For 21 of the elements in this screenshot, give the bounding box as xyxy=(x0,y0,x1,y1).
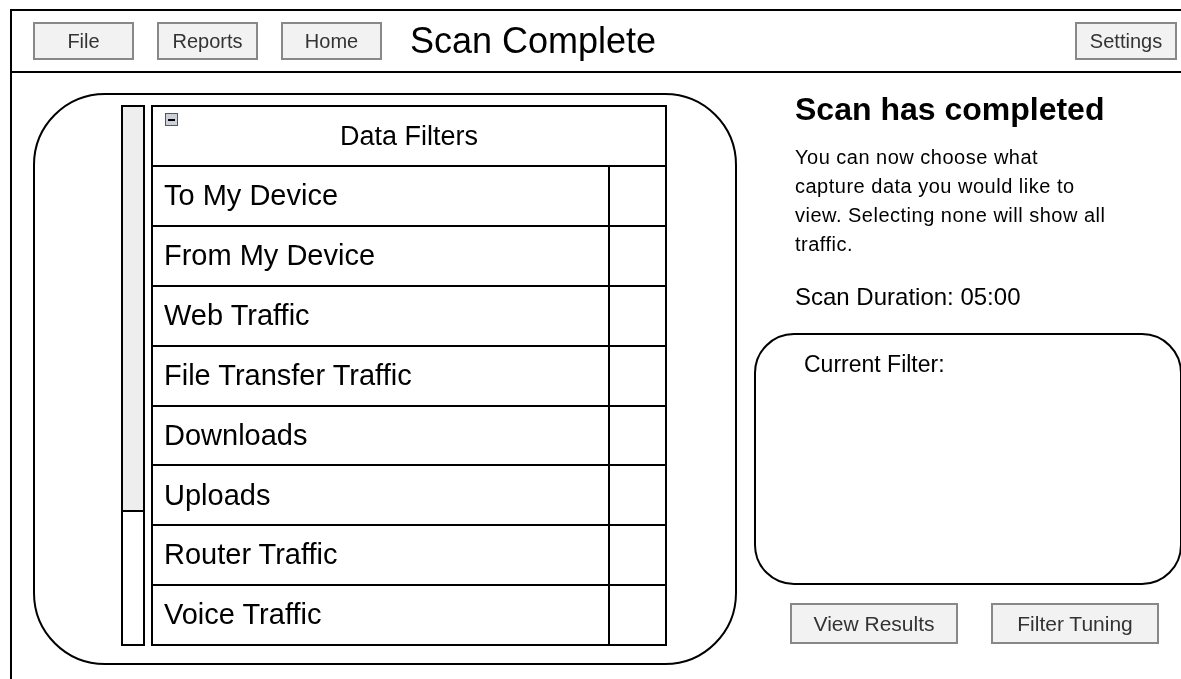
filter-option[interactable]: Voice Traffic xyxy=(153,586,610,644)
filter-option[interactable]: To My Device xyxy=(153,167,610,225)
action-button[interactable]: Filter Tuning xyxy=(991,603,1159,644)
current-filter-label: Current Filter: xyxy=(804,351,945,377)
filter-option[interactable]: Router Traffic xyxy=(153,526,610,585)
table-title: Data Filters xyxy=(339,119,478,153)
filter-option[interactable]: Uploads xyxy=(153,466,610,525)
filter-option[interactable]: Downloads xyxy=(153,406,610,465)
menu-button[interactable]: Home xyxy=(281,22,382,60)
menu-button[interactable]: Reports xyxy=(157,22,258,60)
section-heading: Scan has completed xyxy=(795,90,1106,129)
filter-option[interactable]: From My Device xyxy=(153,226,610,285)
menu-button[interactable]: File xyxy=(33,22,134,60)
page-title: Scan Complete xyxy=(410,23,657,59)
filter-option[interactable]: File Transfer Traffic xyxy=(153,346,610,405)
description-text: You can now choose what capture data you would like to view. Selecting none will show all traffic. xyxy=(795,145,1107,257)
collapse-icon[interactable] xyxy=(165,113,178,126)
filter-option[interactable]: Web Traffic xyxy=(153,286,610,345)
settings-button[interactable]: Settings xyxy=(1075,22,1177,60)
action-button[interactable]: View Results xyxy=(790,603,958,644)
scan-duration: Scan Duration: 05:00 xyxy=(795,282,1022,312)
